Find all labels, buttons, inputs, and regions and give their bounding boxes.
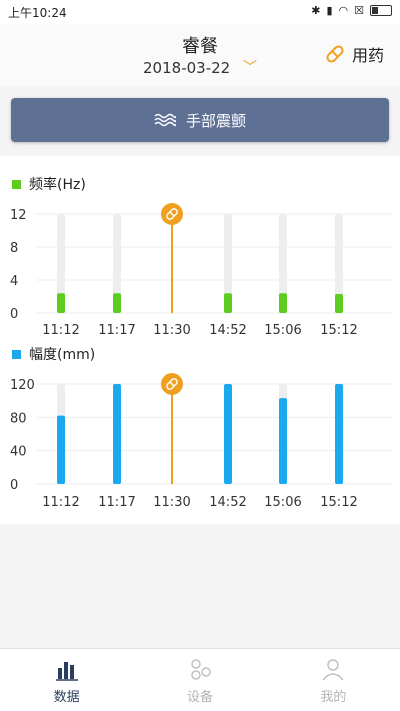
tab-data[interactable]: 数据	[0, 649, 133, 711]
bluetooth-icon: ✱	[311, 4, 321, 17]
hand-tremor-label: 手部震颤	[185, 111, 246, 130]
amplitude-chart: 0 40 80 120 11:12 11:17 11:30 14:52 15:06 15:12	[10, 373, 392, 510]
frequency-x-tick-label: 11:12	[42, 323, 79, 338]
wifi-icon: ◠	[338, 4, 349, 17]
frequency-y-tick-label: 4	[10, 274, 18, 289]
status-time: 上午10:24	[8, 6, 67, 20]
amplitude-bar[interactable]	[113, 384, 121, 484]
amplitude-legend: 幅度(mm)	[12, 344, 95, 364]
frequency-bar[interactable]	[335, 294, 343, 313]
medication-button[interactable]: 用药	[324, 42, 384, 66]
tab-data-label: 数据	[53, 689, 80, 705]
amplitude-x-tick-label: 15:06	[264, 495, 301, 510]
amplitude-y-tick-label: 40	[10, 445, 27, 460]
amplitude-x-tick-label: 11:17	[98, 495, 135, 510]
empty-area	[0, 524, 400, 648]
medication-label: 用药	[351, 46, 384, 65]
frequency-x-tick-label: 11:17	[98, 323, 135, 338]
signal-icon: ▮	[326, 4, 333, 17]
frequency-x-tick-label: 15:06	[264, 323, 301, 338]
amplitude-bar[interactable]	[279, 398, 287, 484]
frequency-bar[interactable]	[57, 293, 65, 313]
tab-profile[interactable]: 我的	[267, 649, 400, 711]
tab-device-label: 设备	[186, 689, 213, 705]
amplitude-bar[interactable]	[335, 384, 343, 484]
amplitude-x-tick-label: 11:12	[42, 495, 79, 510]
frequency-x-tick-label: 15:12	[320, 323, 357, 338]
frequency-legend-swatch	[12, 179, 21, 189]
amplitude-bar[interactable]	[57, 415, 65, 484]
frequency-y-tick-label: 0	[10, 307, 18, 322]
frequency-x-tick-label: 14:52	[209, 323, 246, 338]
profile-icon	[322, 658, 344, 680]
frequency-legend: 频率(Hz)	[12, 174, 86, 194]
device-icon	[191, 658, 211, 680]
battery-icon	[370, 5, 392, 16]
frequency-bar[interactable]	[113, 293, 121, 313]
amplitude-y-tick-label: 80	[10, 411, 27, 426]
header: 睿餐 2018-03-22 ﹀ 用药	[0, 24, 400, 86]
amplitude-chart-title: 幅度(mm)	[29, 347, 96, 363]
chevron-down-icon: ﹀	[242, 60, 257, 76]
pill-icon	[326, 45, 344, 63]
wave-icon	[154, 113, 176, 127]
amplitude-legend-swatch	[12, 349, 21, 359]
frequency-bar[interactable]	[224, 293, 232, 313]
amplitude-bar[interactable]	[224, 384, 232, 484]
status-icons: ✱ ▮ ◠ ☒	[311, 4, 392, 17]
frequency-chart-title: 频率(Hz)	[29, 177, 86, 193]
frequency-bar[interactable]	[279, 293, 287, 313]
tab-bar: 数据 设备 我的	[0, 648, 400, 711]
charts-panel: 频率(Hz) 0 4 8 12 11:12 11:17 11:30 14:52 15:06 15:…	[0, 156, 400, 524]
amplitude-x-tick-label: 14:52	[209, 495, 246, 510]
hand-tremor-button[interactable]: 手部震颤	[11, 98, 389, 142]
frequency-x-tick-label: 11:30	[153, 323, 190, 338]
amplitude-x-tick-label: 15:12	[320, 495, 357, 510]
amplitude-x-tick-label: 11:30	[153, 495, 190, 510]
tab-profile-label: 我的	[320, 689, 347, 705]
amplitude-y-tick-label: 120	[10, 378, 35, 393]
frequency-y-tick-label: 8	[10, 241, 18, 256]
amplitude-y-tick-label: 0	[10, 478, 18, 493]
bar-chart-icon	[55, 661, 78, 681]
date-label: 2018-03-22	[143, 59, 231, 77]
notification-icon: ☒	[354, 4, 364, 17]
tab-device[interactable]: 设备	[133, 649, 266, 711]
status-bar: 上午10:24 ✱ ▮ ◠ ☒	[0, 0, 400, 24]
frequency-y-tick-label: 12	[10, 208, 27, 223]
